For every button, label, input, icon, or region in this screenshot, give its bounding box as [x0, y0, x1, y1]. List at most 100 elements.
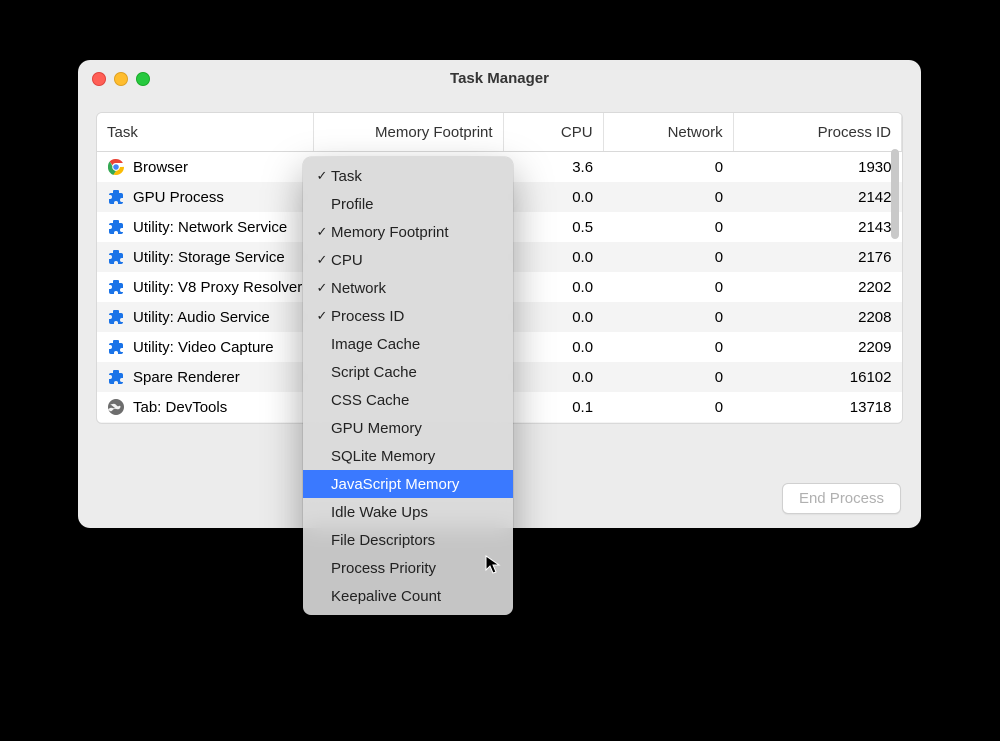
extension-icon: [107, 338, 125, 356]
cell-pid: 2176: [733, 242, 901, 272]
cell-cpu: 0.0: [503, 182, 603, 212]
menu-item-task[interactable]: ✓Task: [303, 162, 513, 190]
task-name: Browser: [133, 159, 188, 176]
cell-net: 0: [603, 422, 733, 424]
task-name: Spare Renderer: [133, 369, 240, 386]
col-pid[interactable]: Process ID: [733, 113, 901, 152]
menu-item-css-cache[interactable]: CSS Cache: [303, 386, 513, 414]
cell-pid: 2142: [733, 182, 901, 212]
menu-item-javascript-memory[interactable]: JavaScript Memory: [303, 470, 513, 498]
scrollbar-track[interactable]: [891, 149, 899, 409]
zoom-window-button[interactable]: [136, 72, 150, 86]
minimize-window-button[interactable]: [114, 72, 128, 86]
menu-item-gpu-memory[interactable]: GPU Memory: [303, 414, 513, 442]
cell-cpu: 0.0: [503, 422, 603, 424]
cell-cpu: 0.0: [503, 242, 603, 272]
end-process-button[interactable]: End Process: [782, 483, 901, 514]
menu-item-cpu[interactable]: ✓CPU: [303, 246, 513, 274]
check-icon: ✓: [313, 168, 331, 184]
cell-cpu: 0.0: [503, 332, 603, 362]
task-name: Utility: V8 Proxy Resolver: [133, 279, 302, 296]
menu-item-profile[interactable]: Profile: [303, 190, 513, 218]
col-cpu[interactable]: CPU: [503, 113, 603, 152]
menu-item-label: GPU Memory: [331, 420, 422, 437]
menu-item-label: CSS Cache: [331, 392, 409, 409]
cell-net: 0: [603, 152, 733, 183]
menu-item-label: Profile: [331, 196, 374, 213]
menu-item-process-id[interactable]: ✓Process ID: [303, 302, 513, 330]
col-memory[interactable]: Memory Footprint: [313, 113, 503, 152]
check-icon: ✓: [313, 252, 331, 268]
titlebar: Task Manager: [78, 60, 921, 96]
menu-item-script-cache[interactable]: Script Cache: [303, 358, 513, 386]
menu-item-label: Keepalive Count: [331, 588, 441, 605]
cell-cpu: 0.5: [503, 212, 603, 242]
cell-net: 0: [603, 272, 733, 302]
task-name: GPU Process: [133, 189, 224, 206]
menu-item-network[interactable]: ✓Network: [303, 274, 513, 302]
table-header-row: Task Memory Footprint CPU Network Proces…: [97, 113, 902, 152]
task-name: Tab: DevTools: [133, 399, 227, 416]
extension-icon: [107, 188, 125, 206]
menu-item-keepalive-count[interactable]: Keepalive Count: [303, 582, 513, 610]
cell-net: 0: [603, 242, 733, 272]
scrollbar-thumb[interactable]: [891, 149, 899, 239]
footer: End Process: [782, 483, 901, 514]
col-network[interactable]: Network: [603, 113, 733, 152]
col-task[interactable]: Task: [97, 113, 313, 152]
menu-item-label: Image Cache: [331, 336, 420, 353]
cell-net: 0: [603, 302, 733, 332]
cell-net: 0: [603, 212, 733, 242]
extension-icon: [107, 368, 125, 386]
check-icon: ✓: [313, 308, 331, 324]
cell-pid: 2209: [733, 332, 901, 362]
cell-pid: 2202: [733, 272, 901, 302]
menu-item-label: JavaScript Memory: [331, 476, 459, 493]
check-icon: ✓: [313, 224, 331, 240]
menu-item-label: CPU: [331, 252, 363, 269]
cell-pid: 2208: [733, 302, 901, 332]
menu-item-idle-wake-ups[interactable]: Idle Wake Ups: [303, 498, 513, 526]
close-window-button[interactable]: [92, 72, 106, 86]
globe-icon: [107, 398, 125, 416]
cell-cpu: 0.1: [503, 392, 603, 422]
menu-item-label: Process ID: [331, 308, 404, 325]
cell-pid: 16102: [733, 362, 901, 392]
menu-item-label: Script Cache: [331, 364, 417, 381]
menu-item-label: Network: [331, 280, 386, 297]
task-name: Utility: Video Capture: [133, 339, 274, 356]
cell-net: 0: [603, 392, 733, 422]
extension-icon: [107, 308, 125, 326]
menu-item-label: SQLite Memory: [331, 448, 435, 465]
cell-pid: 2143: [733, 212, 901, 242]
menu-item-label: File Descriptors: [331, 532, 435, 549]
menu-item-memory-footprint[interactable]: ✓Memory Footprint: [303, 218, 513, 246]
menu-item-file-descriptors[interactable]: File Descriptors: [303, 526, 513, 554]
cell-net: 0: [603, 182, 733, 212]
cell-net: 0: [603, 362, 733, 392]
check-icon: ✓: [313, 280, 331, 296]
extension-icon: [107, 218, 125, 236]
cell-cpu: 0.0: [503, 302, 603, 332]
menu-item-label: Memory Footprint: [331, 224, 449, 241]
menu-item-image-cache[interactable]: Image Cache: [303, 330, 513, 358]
chrome-icon: [107, 158, 125, 176]
menu-item-process-priority[interactable]: Process Priority: [303, 554, 513, 582]
task-name: Utility: Audio Service: [133, 309, 270, 326]
menu-item-label: Task: [331, 168, 362, 185]
window-controls: [92, 72, 150, 86]
menu-item-sqlite-memory[interactable]: SQLite Memory: [303, 442, 513, 470]
cell-cpu: 0.0: [503, 272, 603, 302]
cell-pid: 1930: [733, 152, 901, 183]
cell-net: 0: [603, 332, 733, 362]
menu-item-label: Idle Wake Ups: [331, 504, 428, 521]
menu-item-label: Process Priority: [331, 560, 436, 577]
window-title: Task Manager: [78, 70, 921, 87]
task-name: Utility: Network Service: [133, 219, 287, 236]
extension-icon: [107, 278, 125, 296]
cell-cpu: 0.0: [503, 362, 603, 392]
column-context-menu[interactable]: ✓TaskProfile✓Memory Footprint✓CPU✓Networ…: [303, 157, 513, 615]
extension-icon: [107, 248, 125, 266]
cell-cpu: 3.6: [503, 152, 603, 183]
cell-pid: 16040: [733, 422, 901, 424]
